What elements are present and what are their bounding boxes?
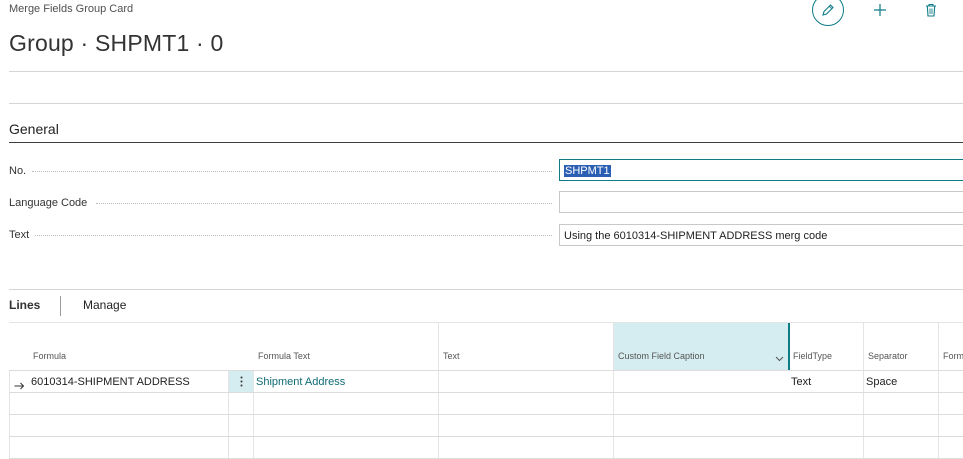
general-section-title[interactable]: General xyxy=(9,121,59,137)
trash-icon xyxy=(926,3,936,17)
pencil-icon xyxy=(822,4,834,16)
plus-icon xyxy=(874,4,886,16)
tab-manage[interactable]: Manage xyxy=(83,298,126,312)
text-field-label: Text xyxy=(9,229,30,241)
language-code-field[interactable] xyxy=(559,191,963,213)
column-header-fieldtype[interactable]: FieldType xyxy=(793,351,832,361)
column-header-formula-text[interactable]: Formula Text xyxy=(258,351,310,361)
chevron-down-icon[interactable] xyxy=(775,349,784,367)
row-formula-text-link[interactable]: Shipment Address xyxy=(256,376,345,388)
text-field[interactable]: Using the 6010314-SHIPMENT ADDRESS merg … xyxy=(559,224,963,246)
vertical-ellipsis-icon xyxy=(240,376,242,387)
column-header-separator[interactable]: Separator xyxy=(868,351,908,361)
grid-column-line xyxy=(438,323,439,459)
grid-row-line xyxy=(9,436,963,437)
no-field-value: SHPMT1 xyxy=(564,165,611,177)
page-title: Group · SHPMT1 · 0 xyxy=(9,30,224,56)
no-field[interactable]: SHPMT1 xyxy=(559,159,963,181)
grid-row-line xyxy=(9,414,963,415)
grid-top-border xyxy=(9,322,963,323)
tab-lines[interactable]: Lines xyxy=(9,298,40,312)
section-divider xyxy=(9,103,963,104)
general-section-rule xyxy=(9,142,963,143)
column-resize-handle[interactable] xyxy=(788,323,790,370)
arrow-right-icon xyxy=(14,377,25,395)
custom-field-caption-header-highlight xyxy=(614,323,788,370)
edit-button[interactable] xyxy=(812,0,844,26)
grid-column-line xyxy=(613,323,614,459)
grid-column-line xyxy=(863,323,864,459)
grid-row-line xyxy=(9,392,963,393)
grid-row-line xyxy=(9,370,963,371)
language-code-label: Language Code xyxy=(9,197,88,209)
delete-button[interactable] xyxy=(918,0,944,23)
field-leader-dots xyxy=(32,171,552,172)
field-leader-dots xyxy=(96,203,552,204)
row-fieldtype-cell[interactable]: Text xyxy=(791,376,811,388)
header-divider xyxy=(9,71,963,72)
lines-divider xyxy=(9,289,963,290)
column-header-form[interactable]: Form xyxy=(943,351,963,361)
add-button[interactable] xyxy=(867,0,893,23)
row-formula-cell[interactable]: 6010314-SHIPMENT ADDRESS xyxy=(31,376,190,388)
page-caption: Merge Fields Group Card xyxy=(9,3,134,15)
column-header-formula[interactable]: Formula xyxy=(33,351,66,361)
row-actions-button[interactable] xyxy=(229,371,253,392)
no-field-label: No. xyxy=(9,165,27,177)
grid-column-line xyxy=(938,323,939,459)
column-header-custom-field-caption[interactable]: Custom Field Caption xyxy=(618,351,705,361)
row-separator-cell[interactable]: Space xyxy=(866,376,897,388)
tab-separator xyxy=(60,296,61,316)
column-header-text[interactable]: Text xyxy=(443,351,460,361)
field-leader-dots xyxy=(35,235,552,236)
